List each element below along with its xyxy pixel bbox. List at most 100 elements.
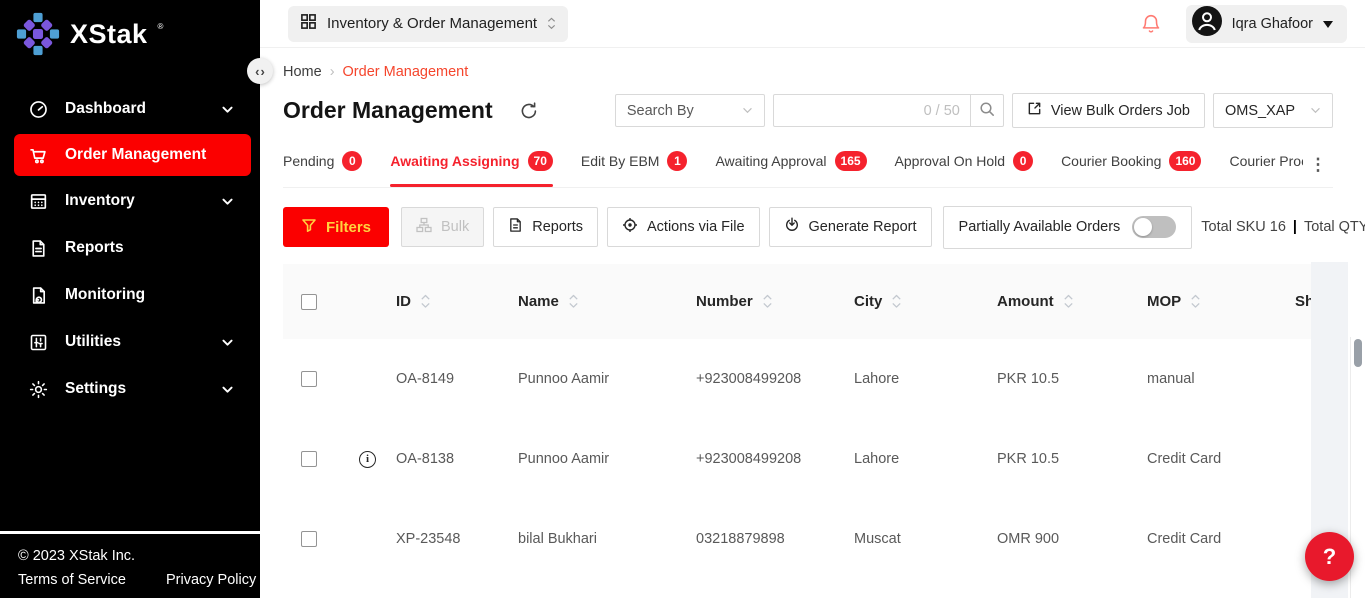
chevron-down-icon xyxy=(742,107,753,114)
totals-summary: Total SKU 16 | Total QTY 229 xyxy=(1201,219,1365,235)
search-icon xyxy=(979,101,995,120)
cell-name: Punnoo Aamir xyxy=(493,451,671,467)
row-checkbox[interactable] xyxy=(301,451,317,467)
tab-courier-processin[interactable]: Courier Processin xyxy=(1229,150,1303,187)
inventory-icon xyxy=(28,191,49,212)
column-header-number[interactable]: Number xyxy=(671,293,829,310)
tab-approval-on-hold[interactable]: Approval On Hold 0 xyxy=(895,150,1034,187)
breadcrumb-separator: › xyxy=(330,64,335,80)
sidebar-item-inventory[interactable]: Inventory xyxy=(0,179,260,223)
tab-courier-booking[interactable]: Courier Booking 160 xyxy=(1061,150,1201,187)
partially-available-toggle[interactable] xyxy=(1132,216,1176,238)
cell-name: bilal Bukhari xyxy=(493,531,671,547)
column-header-mop[interactable]: MOP xyxy=(1122,293,1270,310)
cell-city: Lahore xyxy=(829,451,972,467)
tab-label: Awaiting Assigning xyxy=(390,153,519,169)
column-header-name[interactable]: Name xyxy=(493,293,671,310)
tab-label: Edit By EBM xyxy=(581,153,660,169)
chevron-down-icon xyxy=(221,336,234,349)
search-box: 0 / 50 xyxy=(773,94,1004,127)
filters-button[interactable]: Filters xyxy=(283,207,389,247)
search-counter: 0 / 50 xyxy=(924,103,960,119)
sidebar-item-settings[interactable]: Settings xyxy=(0,367,260,411)
search-by-select[interactable]: Search By xyxy=(615,94,765,127)
chevron-down-icon xyxy=(1310,107,1321,114)
row-checkbox[interactable] xyxy=(301,531,317,547)
sidebar-footer-divider xyxy=(0,531,260,534)
sidebar-item-order-management[interactable]: Order Management xyxy=(14,134,251,176)
sidebar-collapse-toggle[interactable]: ‹› xyxy=(247,58,273,84)
tab-count-badge: 1 xyxy=(667,151,687,171)
bulk-button[interactable]: Bulk xyxy=(401,207,484,247)
sidebar-item-monitoring[interactable]: Monitoring xyxy=(0,273,260,317)
search-input[interactable] xyxy=(784,103,924,119)
tab-edit-by-ebm[interactable]: Edit By EBM 1 xyxy=(581,150,688,187)
sidebar-item-label: Reports xyxy=(65,239,124,257)
user-menu[interactable]: Iqra Ghafoor xyxy=(1186,5,1347,43)
tab-count-badge: 70 xyxy=(528,151,553,171)
privacy-policy-link[interactable]: Privacy Policy xyxy=(166,572,256,588)
sidebar-item-label: Settings xyxy=(65,380,126,398)
more-tabs-button[interactable]: ⋮ xyxy=(1303,150,1333,180)
notification-bell-icon[interactable] xyxy=(1140,12,1162,35)
chevron-right-icon: › xyxy=(261,65,265,78)
sort-carets-icon xyxy=(762,293,773,310)
sitemap-icon xyxy=(416,217,432,237)
help-button[interactable]: ? xyxy=(1305,532,1354,581)
breadcrumb: Home › Order Management xyxy=(283,64,1333,80)
partially-available-orders-control: Partially Available Orders xyxy=(943,206,1193,249)
reports-button[interactable]: Reports xyxy=(493,207,598,247)
sidebar-item-label: Order Management xyxy=(65,146,206,164)
cell-number: 03218879898 xyxy=(671,531,829,547)
monitoring-icon xyxy=(28,285,49,306)
tab-awaiting-assigning[interactable]: Awaiting Assigning 70 xyxy=(390,150,552,187)
tab-count-badge: 160 xyxy=(1169,151,1201,171)
question-mark-icon: ? xyxy=(1323,544,1336,570)
tab-awaiting-approval[interactable]: Awaiting Approval 165 xyxy=(715,150,866,187)
select-all-checkbox[interactable] xyxy=(301,294,317,310)
tab-pending[interactable]: Pending 0 xyxy=(283,150,362,187)
refresh-icon[interactable] xyxy=(519,101,539,121)
environment-select[interactable]: OMS_XAP xyxy=(1213,93,1333,128)
tab-label: Pending xyxy=(283,153,334,169)
column-header-amount[interactable]: Amount xyxy=(972,293,1122,310)
sidebar-item-reports[interactable]: Reports xyxy=(0,226,260,270)
table-row: i OA-8138 Punnoo Aamir +923008499208 Lah… xyxy=(283,419,1333,499)
column-label: City xyxy=(854,293,882,310)
search-button[interactable] xyxy=(971,94,1004,127)
column-header-city[interactable]: City xyxy=(829,293,972,310)
row-checkbox[interactable] xyxy=(301,371,317,387)
sidebar-item-label: Monitoring xyxy=(65,286,145,304)
sort-carets-icon xyxy=(891,293,902,310)
reports-icon xyxy=(28,238,49,259)
column-label: Name xyxy=(518,293,559,310)
file-icon xyxy=(508,217,523,237)
breadcrumb-home[interactable]: Home xyxy=(283,64,322,80)
app-switcher[interactable]: Inventory & Order Management xyxy=(288,6,568,42)
sort-carets-icon xyxy=(1063,293,1074,310)
terms-of-service-link[interactable]: Terms of Service xyxy=(18,572,126,588)
cell-mop: manual xyxy=(1122,371,1270,387)
tabs-strip: Pending 0 Awaiting Assigning 70 Edit By … xyxy=(283,150,1303,187)
scrollbar-thumb[interactable] xyxy=(1354,339,1362,367)
actions-via-file-button[interactable]: Actions via File xyxy=(607,207,760,247)
generate-report-label: Generate Report xyxy=(809,219,917,235)
tab-count-badge: 0 xyxy=(1013,151,1033,171)
view-bulk-orders-button[interactable]: View Bulk Orders Job xyxy=(1012,93,1205,128)
total-sku: Total SKU 16 xyxy=(1201,219,1286,235)
toggle-knob xyxy=(1134,218,1152,236)
actions-toolbar: Filters Bulk Reports xyxy=(283,206,1333,248)
generate-report-button[interactable]: Generate Report xyxy=(769,207,932,247)
table-body: OA-8149 Punnoo Aamir +923008499208 Lahor… xyxy=(283,339,1333,579)
sidebar-item-utilities[interactable]: Utilities xyxy=(0,320,260,364)
tab-label: Courier Processin xyxy=(1229,153,1303,169)
sidebar: XStak ® Dashboard Order Management Inven… xyxy=(0,0,260,532)
sidebar-item-dashboard[interactable]: Dashboard xyxy=(0,87,260,131)
column-label: MOP xyxy=(1147,293,1181,310)
cell-id: OA-8138 xyxy=(371,451,493,467)
column-header-id[interactable]: ID xyxy=(371,293,493,310)
xstak-logo-icon xyxy=(16,12,60,61)
sidebar-item-label: Inventory xyxy=(65,192,135,210)
brand-logo: XStak ® xyxy=(0,0,260,61)
main-content: Home › Order Management Order Management… xyxy=(260,48,1365,598)
